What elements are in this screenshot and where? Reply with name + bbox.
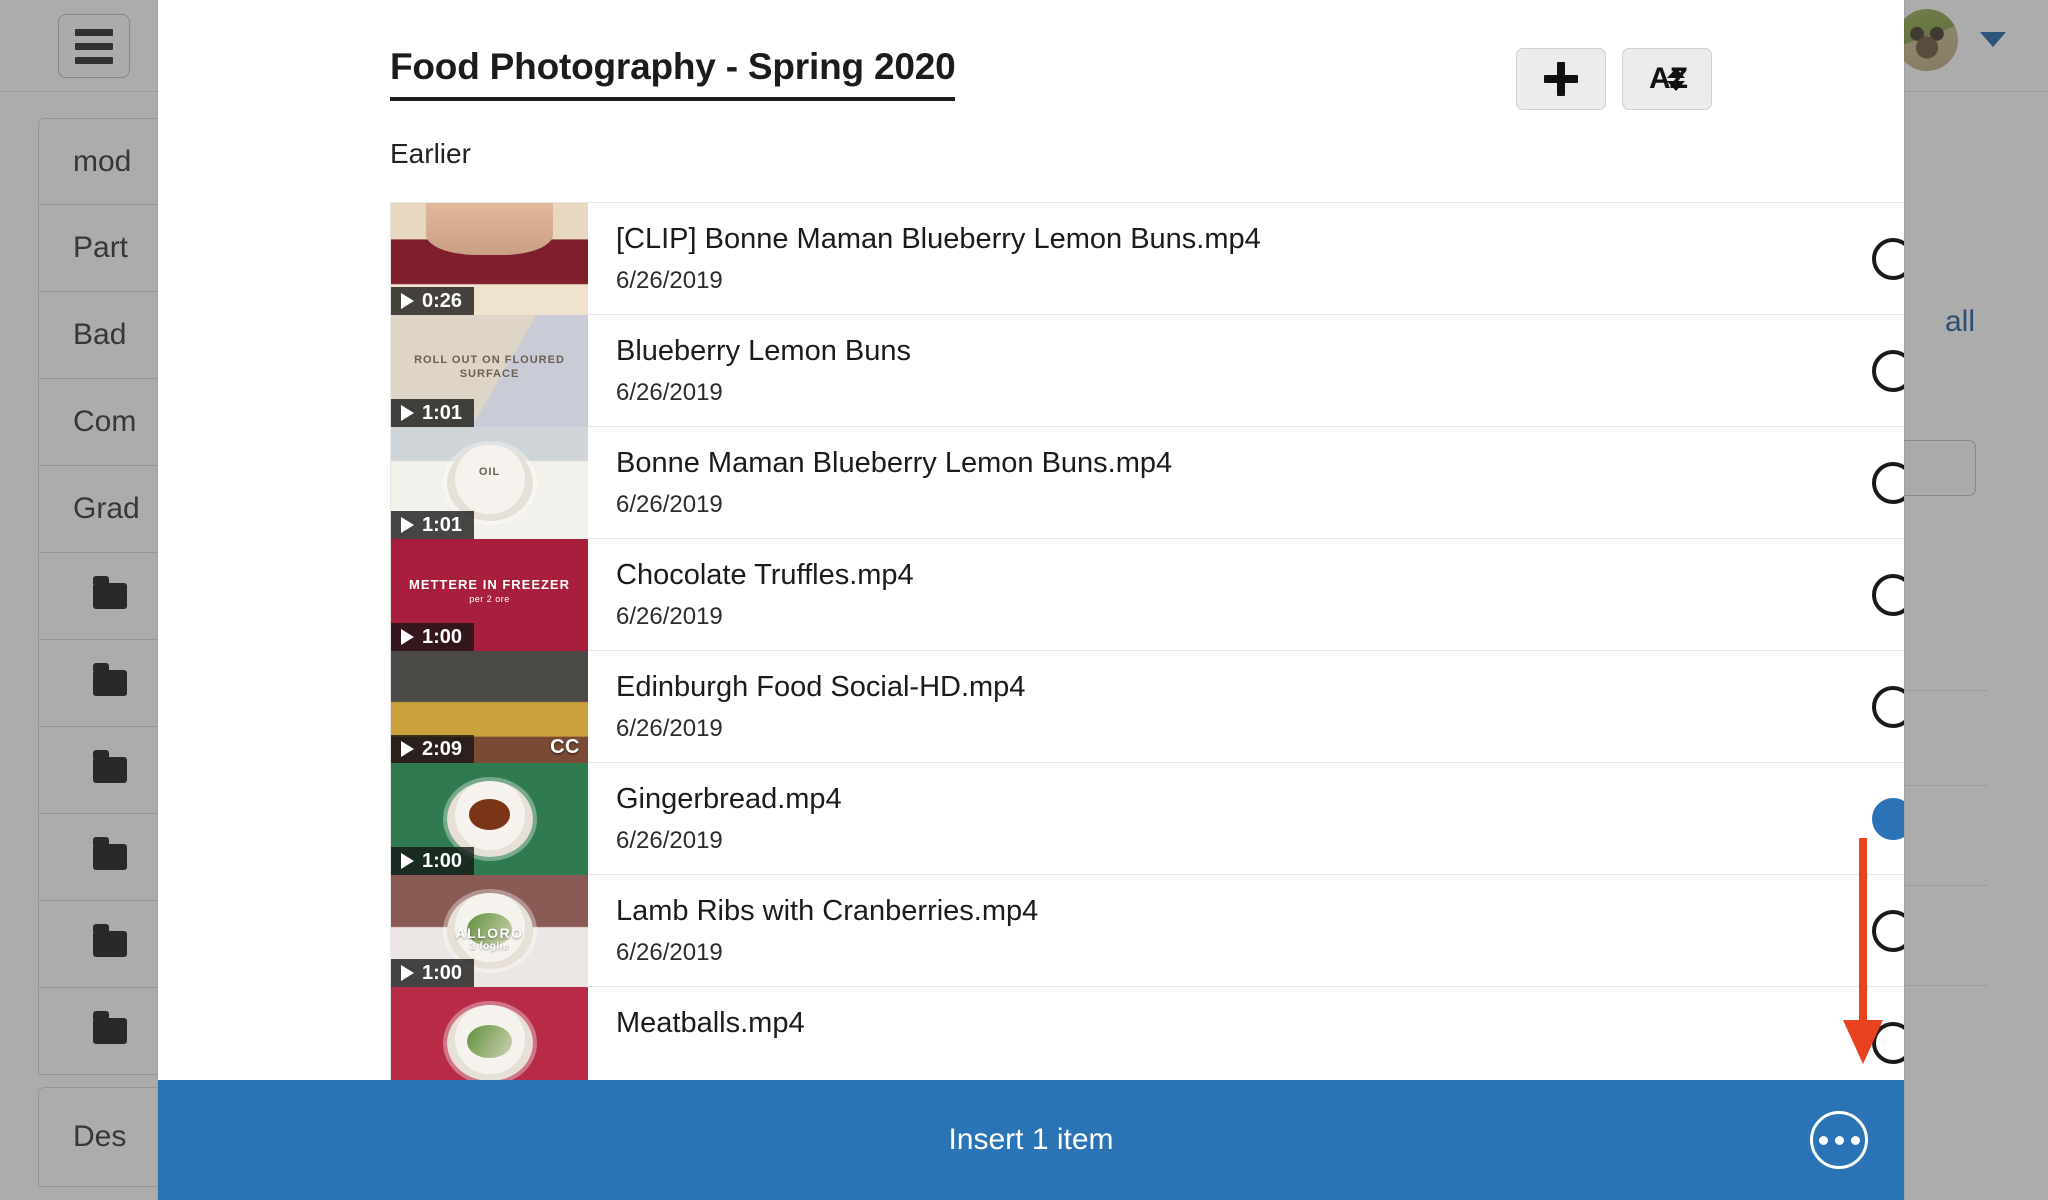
file-name: Chocolate Truffles.mp4 xyxy=(616,559,914,591)
select-radio[interactable] xyxy=(1872,237,1904,280)
file-date: 6/26/2019 xyxy=(616,379,723,407)
list-item-meta: [CLIP] Bonne Maman Blueberry Lemon Buns.… xyxy=(588,203,1803,314)
duration-badge: 1:01 xyxy=(391,399,475,427)
duration-badge: 1:00 xyxy=(391,847,475,875)
duration-badge: 2:09 xyxy=(391,735,475,763)
duration-text: 1:00 xyxy=(422,625,463,648)
sort-alpha-icon: AZ xyxy=(1649,64,1688,94)
selection-cell xyxy=(1803,651,1904,762)
select-radio[interactable] xyxy=(1872,461,1904,504)
dialog-actions: AZ xyxy=(1516,48,1712,110)
dialog-scroll-area[interactable]: Food Photography - Spring 2020 AZ Earlie… xyxy=(158,0,1904,1200)
list-item[interactable]: OIL 1:01 Bonne Maman Blueberry Lemon Bun… xyxy=(391,427,1904,539)
insert-button-label: Insert 1 item xyxy=(948,1123,1114,1156)
thumbnail-caption: METTERE IN FREEZER per 2 ore xyxy=(391,577,588,606)
play-icon xyxy=(401,629,414,645)
thumbnail-caption: OIL xyxy=(478,466,501,479)
thumbnail[interactable]: 0:26 xyxy=(391,203,588,315)
duration-badge: 1:00 xyxy=(391,959,475,987)
add-button[interactable] xyxy=(1516,48,1606,110)
media-picker-dialog: Food Photography - Spring 2020 AZ Earlie… xyxy=(158,0,1904,1200)
play-icon xyxy=(401,853,414,869)
play-icon xyxy=(401,405,414,421)
down-arrow-annotation xyxy=(1843,838,1883,1068)
thumbnail[interactable]: 2:09 CC xyxy=(391,651,588,763)
duration-badge: 1:00 xyxy=(391,623,475,651)
select-radio[interactable] xyxy=(1872,573,1904,616)
list-item[interactable]: 1:00 Gingerbread.mp4 6/26/2019 xyxy=(391,763,1904,875)
list-item-meta: Blueberry Lemon Buns 6/26/2019 xyxy=(588,315,1803,426)
sort-arrows-icon xyxy=(1667,67,1685,91)
list-item[interactable]: ALLORO 3 foglie 1:00 Lamb Ribs with Cran… xyxy=(391,875,1904,987)
selection-cell xyxy=(1803,315,1904,426)
thumbnail-caption-sub: 3 foglie xyxy=(469,941,509,953)
file-name: Gingerbread.mp4 xyxy=(616,783,842,815)
thumbnail[interactable]: OIL 1:01 xyxy=(391,427,588,539)
sort-button[interactable]: AZ xyxy=(1622,48,1712,110)
file-name: Bonne Maman Blueberry Lemon Buns.mp4 xyxy=(616,447,1173,479)
list-item[interactable]: 0:26 [CLIP] Bonne Maman Blueberry Lemon … xyxy=(391,203,1904,315)
file-name: [CLIP] Bonne Maman Blueberry Lemon Buns.… xyxy=(616,223,1261,255)
thumbnail[interactable]: ROLL OUT ON FLOURED SURFACE 1:01 xyxy=(391,315,588,427)
select-radio-selected[interactable] xyxy=(1872,797,1904,840)
list-item-meta: Chocolate Truffles.mp4 6/26/2019 xyxy=(588,539,1803,650)
file-name: Lamb Ribs with Cranberries.mp4 xyxy=(616,895,1039,927)
thumbnail[interactable]: 1:00 xyxy=(391,763,588,875)
duration-text: 1:01 xyxy=(422,401,463,424)
more-options-icon[interactable] xyxy=(1810,1111,1868,1169)
duration-text: 1:00 xyxy=(422,849,463,872)
selection-cell xyxy=(1803,427,1904,538)
selection-cell xyxy=(1803,203,1904,314)
duration-badge: 1:01 xyxy=(391,511,475,539)
list-item-meta: Edinburgh Food Social-HD.mp4 6/26/2019 xyxy=(588,651,1803,762)
play-icon xyxy=(401,517,414,533)
file-date: 6/26/2019 xyxy=(616,491,723,519)
thumbnail-caption: ALLORO 3 foglie xyxy=(391,925,588,952)
select-radio[interactable] xyxy=(1872,685,1904,728)
list-item-meta: Gingerbread.mp4 6/26/2019 xyxy=(588,763,1803,874)
select-radio[interactable] xyxy=(1872,349,1904,392)
thumbnail-caption-main: ALLORO xyxy=(455,925,524,942)
plus-icon xyxy=(1544,62,1578,96)
duration-text: 2:09 xyxy=(422,737,463,760)
duration-text: 1:00 xyxy=(422,961,463,984)
file-date: 6/26/2019 xyxy=(616,939,723,967)
list-item-meta: Bonne Maman Blueberry Lemon Buns.mp4 6/2… xyxy=(588,427,1803,538)
page-title: Food Photography - Spring 2020 xyxy=(390,46,956,101)
thumbnail-caption: ROLL OUT ON FLOURED SURFACE xyxy=(414,354,565,381)
file-date: 6/26/2019 xyxy=(616,267,723,295)
thumbnail[interactable]: METTERE IN FREEZER per 2 ore 1:00 xyxy=(391,539,588,651)
insert-action-bar[interactable]: Insert 1 item xyxy=(158,1080,1904,1200)
file-name: Edinburgh Food Social-HD.mp4 xyxy=(616,671,1026,703)
duration-badge: 0:26 xyxy=(391,287,475,315)
file-name: Blueberry Lemon Buns xyxy=(616,335,911,367)
list-item-meta: Lamb Ribs with Cranberries.mp4 6/26/2019 xyxy=(588,875,1803,986)
play-icon xyxy=(401,293,414,309)
duration-text: 1:01 xyxy=(422,513,463,536)
selection-cell xyxy=(1803,539,1904,650)
dialog-header-strip xyxy=(158,0,1904,14)
screen-root: mod Part Bad Com Grad Des all Food Photo… xyxy=(0,0,2048,1200)
list-item[interactable]: 2:09 CC Edinburgh Food Social-HD.mp4 6/2… xyxy=(391,651,1904,763)
closed-caption-badge: CC xyxy=(550,736,580,758)
file-date: 6/26/2019 xyxy=(616,603,723,631)
list-item[interactable]: ROLL OUT ON FLOURED SURFACE 1:01 Blueber… xyxy=(391,315,1904,427)
file-date: 6/26/2019 xyxy=(616,715,723,743)
play-icon xyxy=(401,965,414,981)
file-name: Meatballs.mp4 xyxy=(616,1007,805,1039)
list-item[interactable]: METTERE IN FREEZER per 2 ore 1:00 Chocol… xyxy=(391,539,1904,651)
thumbnail-caption-sub: per 2 ore xyxy=(469,593,510,604)
play-icon xyxy=(401,741,414,757)
file-date: 6/26/2019 xyxy=(616,827,723,855)
duration-text: 0:26 xyxy=(422,289,463,312)
thumbnail-caption-main: METTERE IN FREEZER xyxy=(408,577,570,593)
media-list: 0:26 [CLIP] Bonne Maman Blueberry Lemon … xyxy=(390,202,1904,1099)
section-label: Earlier xyxy=(390,138,471,169)
thumbnail[interactable]: ALLORO 3 foglie 1:00 xyxy=(391,875,588,987)
